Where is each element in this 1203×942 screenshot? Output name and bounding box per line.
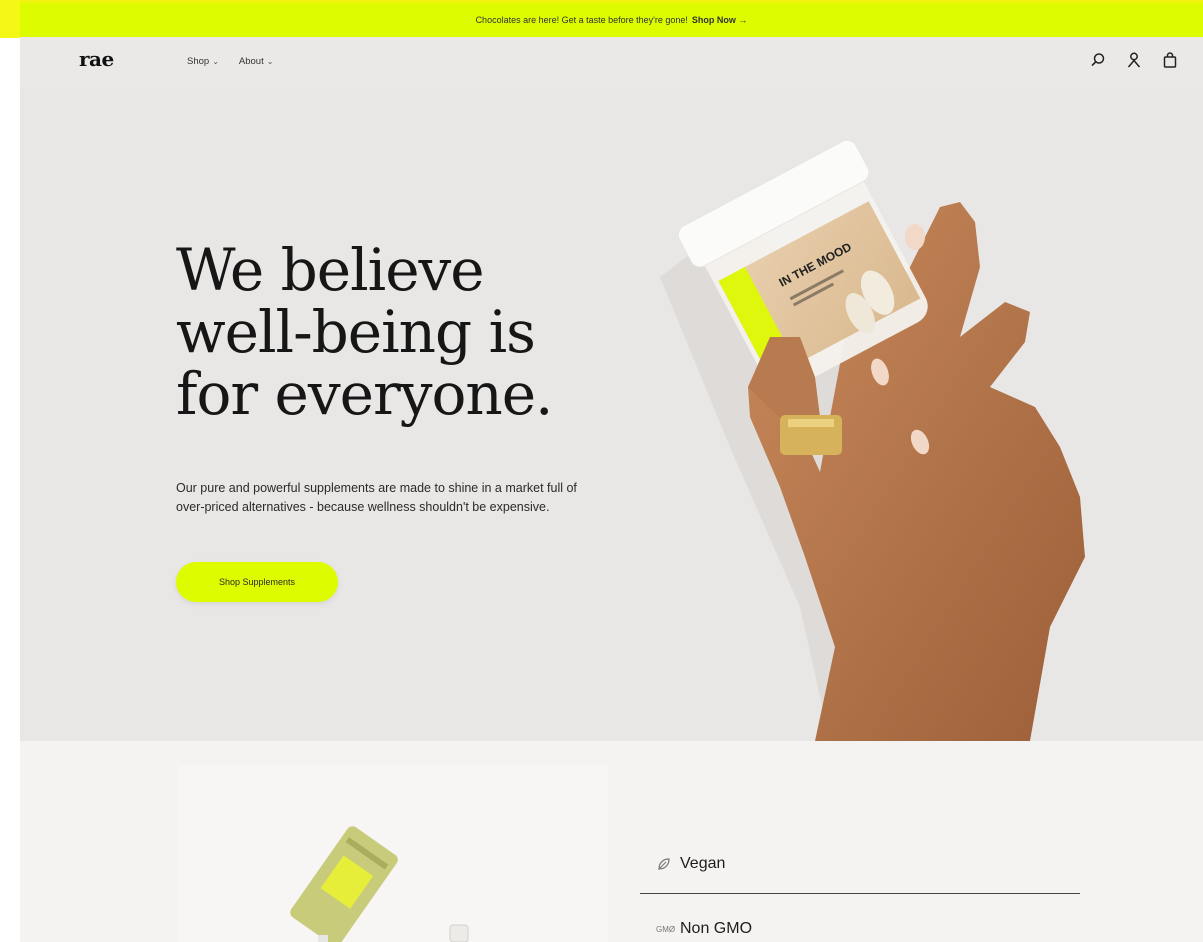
headline-line: for everyone. (176, 360, 554, 428)
announcement-text: Chocolates are here! Get a taste before … (475, 15, 688, 25)
account-icon[interactable] (1125, 51, 1143, 69)
shop-supplements-button[interactable]: Shop Supplements (176, 562, 338, 602)
headline-line: We believe (176, 236, 485, 304)
features-section: Vegan GMØ Non GMO (20, 741, 1203, 942)
product-bottles-image (290, 826, 469, 942)
chevron-down-icon: ⌄ (266, 57, 274, 66)
announcement-bar: Chocolates are here! Get a taste before … (20, 3, 1203, 37)
hero-subtext: Our pure and powerful supplements are ma… (176, 481, 577, 514)
menu-item-label: About (238, 56, 264, 67)
feature-label: Non GMO (680, 920, 753, 937)
hero-headline: We believe well-being is for everyone. (176, 239, 656, 425)
main-menu: Shop ⌄ About ⌄ (187, 56, 273, 67)
product-image-panel (178, 765, 608, 942)
menu-item-label: Shop (187, 56, 210, 67)
leaf-icon (640, 856, 680, 872)
search-icon[interactable] (1089, 51, 1107, 69)
headline-line: well-being is (176, 298, 536, 366)
header-icons (1089, 51, 1179, 69)
header-nav: rae Shop ⌄ About ⌄ (20, 37, 1203, 87)
page: Chocolates are here! Get a taste before … (20, 3, 1203, 942)
frame-left-accent (0, 0, 20, 38)
hand-holding-jar-image: IN THE MOOD (660, 139, 1085, 741)
brand-logo[interactable]: rae (79, 47, 114, 71)
feature-non-gmo: GMØ Non GMO (640, 914, 1080, 942)
bag-icon[interactable] (1161, 51, 1179, 69)
feature-vegan: Vegan (640, 849, 1080, 879)
gmo-icon: GMØ (656, 924, 676, 934)
feature-divider (640, 893, 1080, 894)
feature-label: Vegan (680, 855, 726, 872)
menu-item-shop[interactable]: Shop ⌄ (187, 56, 219, 67)
hero-section: We believe well-being is for everyone. O… (20, 87, 1203, 741)
chevron-down-icon: ⌄ (212, 57, 219, 66)
frame-left-edge (0, 0, 20, 942)
menu-item-about[interactable]: About ⌄ (239, 56, 274, 67)
announcement-link[interactable]: Shop Now → (692, 15, 748, 25)
